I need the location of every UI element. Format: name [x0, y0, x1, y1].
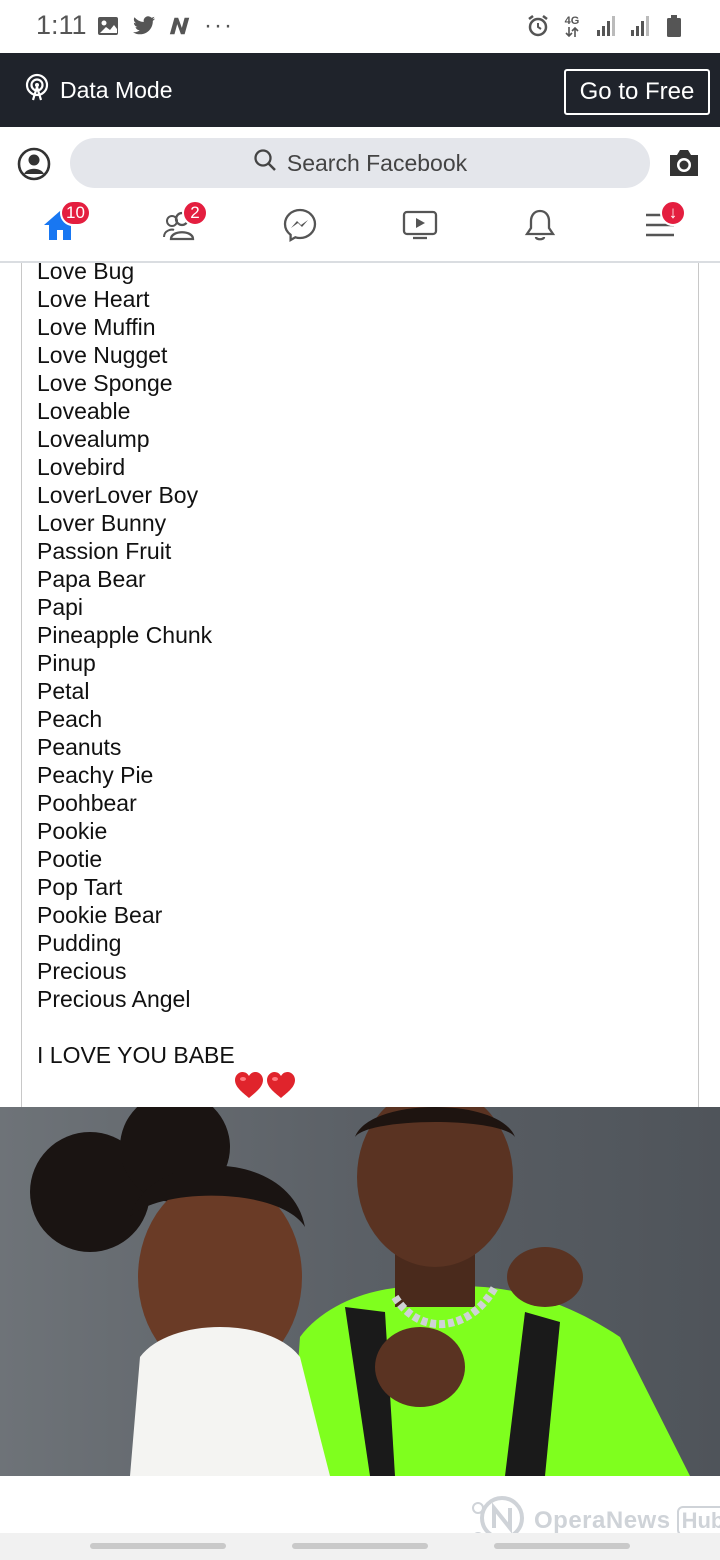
tab-home[interactable]: 10	[40, 200, 91, 247]
list-item: Love Heart	[37, 286, 150, 312]
more-dots-icon: ···	[204, 12, 234, 39]
list-item: Pootie	[37, 846, 103, 872]
tab-friends[interactable]: 2	[160, 200, 208, 247]
list-item: Passion Fruit	[37, 538, 172, 564]
data-mode-icon	[24, 73, 50, 107]
gesture-indicator	[494, 1543, 630, 1549]
gesture-indicator	[90, 1543, 226, 1549]
list-item: Love Muffin	[37, 314, 156, 340]
list-item: Peach	[37, 706, 103, 732]
list-item: Petal	[37, 678, 90, 704]
gesture-bar-area	[0, 1533, 720, 1560]
list-item: Papa Bear	[37, 566, 146, 592]
main-nav: 10 2 ↓	[0, 197, 720, 263]
post-photo[interactable]	[0, 1107, 720, 1476]
list-item: Lovealump	[37, 426, 150, 452]
image-icon	[96, 14, 120, 38]
bell-icon	[524, 208, 556, 247]
status-bar: 1:11 ··· 4G	[0, 0, 720, 53]
signal-icon	[594, 14, 618, 38]
hearts	[234, 1071, 296, 1104]
menu-badge: ↓	[660, 200, 686, 226]
list-item: Pookie	[37, 818, 108, 844]
list-item: Peanuts	[37, 734, 122, 760]
list-item: Pookie Bear	[37, 902, 163, 928]
list-item: Precious	[37, 958, 127, 984]
home-badge: 10	[60, 200, 91, 226]
list-item: Loveable	[37, 398, 131, 424]
list-item: Lover Bunny	[37, 510, 167, 536]
tab-notifications[interactable]	[520, 207, 560, 247]
data-mode-label: Data Mode	[60, 76, 173, 103]
list-item: Pop Tart	[37, 874, 123, 900]
network-4g-icon: 4G	[560, 14, 584, 38]
list-item: Pinup	[37, 650, 96, 676]
battery-icon	[662, 14, 686, 38]
alarm-icon	[526, 14, 550, 38]
watermark-text: OperaNews	[534, 1506, 671, 1534]
network-label: 4G	[564, 14, 580, 27]
list-item: Peachy Pie	[37, 762, 154, 788]
post-text: Love Bug Love Heart Love Muffin Love Nugget…	[21, 263, 699, 1107]
friends-badge: 2	[182, 200, 208, 226]
list-item: Poohbear	[37, 790, 137, 816]
gesture-indicator	[292, 1543, 428, 1549]
data-mode-bar: Data Mode Go to Free	[0, 53, 720, 127]
list-item: Lovebird	[37, 454, 126, 480]
tab-messenger[interactable]	[280, 207, 320, 247]
list-item: Love Nugget	[37, 342, 168, 368]
heart-icon	[234, 1071, 264, 1104]
profile-icon[interactable]	[17, 147, 51, 181]
list-item: Love Bug	[37, 263, 135, 284]
go-to-free-button[interactable]: Go to Free	[564, 69, 710, 115]
status-time: 1:11	[36, 10, 87, 40]
data-mode-indicator[interactable]: Data Mode	[24, 73, 173, 107]
search-icon	[253, 148, 277, 178]
twitter-icon	[132, 14, 156, 38]
status-right-icons: 4G	[526, 14, 686, 38]
tab-menu[interactable]: ↓	[640, 200, 686, 247]
signal-icon	[628, 14, 652, 38]
list-item: Papi	[37, 594, 84, 620]
list-item: Precious Angel	[37, 986, 191, 1012]
status-left-icons: ···	[96, 14, 234, 38]
list-item: Love Sponge	[37, 370, 173, 396]
post-closing-line: I LOVE YOU BABE	[37, 1042, 235, 1068]
n-app-icon	[168, 14, 192, 38]
list-item: Pudding	[37, 930, 122, 956]
messenger-icon	[283, 208, 317, 247]
list-item: LoverLover Boy	[37, 482, 199, 508]
tab-watch[interactable]	[400, 207, 440, 247]
list-item: Pineapple Chunk	[37, 622, 213, 648]
pet-names-list: Love Bug Love Heart Love Muffin Love Nugget…	[37, 263, 212, 1013]
search-placeholder: Search Facebook	[286, 149, 468, 176]
camera-icon[interactable]	[667, 147, 701, 179]
search-input[interactable]: Search Facebook	[70, 138, 650, 188]
search-row: Search Facebook	[0, 127, 720, 197]
heart-icon	[266, 1071, 296, 1104]
watch-icon	[402, 209, 438, 246]
watermark-hub: Hub	[676, 1505, 720, 1536]
